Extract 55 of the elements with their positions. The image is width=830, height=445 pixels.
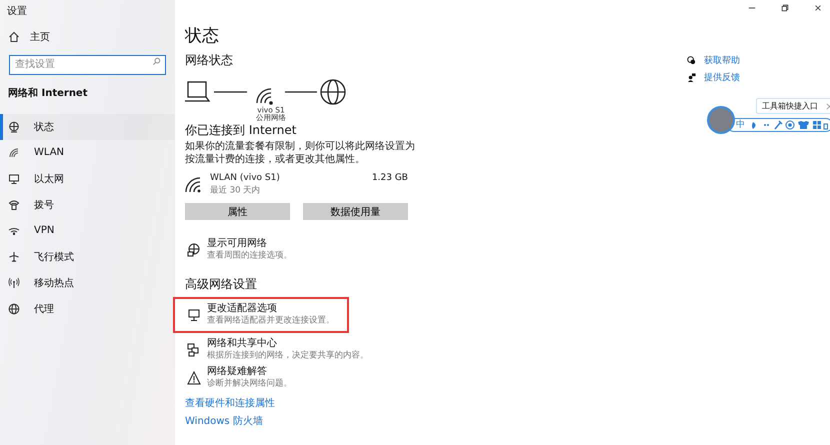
monitor-icon — [8, 172, 20, 184]
nav-item[interactable]: 飞行模式 — [0, 244, 175, 270]
usage-period: 最近 30 天内 — [210, 184, 262, 196]
advanced-settings-heading: 高级网络设置 — [185, 276, 257, 293]
warning-icon — [187, 371, 201, 385]
option-title[interactable]: 网络疑难解答 — [207, 366, 307, 378]
section-heading: 网络和 Internet — [7, 86, 88, 100]
ime-mode-label[interactable]: 中 — [736, 120, 745, 130]
action-button[interactable]: 属性 — [185, 203, 290, 220]
connection-name: WLAN (vivo S1) — [210, 173, 281, 183]
option-title[interactable]: 更改适配器选项 — [207, 303, 357, 315]
settings-link[interactable]: 查看硬件和连接属性 — [185, 396, 275, 410]
chat-help-icon — [687, 56, 696, 65]
feedback-icon — [687, 73, 696, 82]
page-title: 状态 — [185, 25, 219, 47]
nav-item[interactable]: 移动热点 — [0, 270, 175, 296]
home-link[interactable]: 主页 — [0, 22, 175, 52]
option-description: 查看网络适配器并更改连接设置。 — [207, 316, 334, 326]
option-description: 诊断并解决网络问题。 — [207, 378, 292, 390]
settings-link[interactable]: Windows 防火墙 — [185, 414, 263, 428]
wifi-icon — [185, 177, 201, 193]
restore-icon[interactable] — [779, 2, 791, 14]
option-title[interactable]: 网络和共享中心 — [207, 338, 397, 350]
option-description: 查看周围的连接选项。 — [207, 250, 292, 262]
search-field[interactable]: 查找设置 — [9, 54, 166, 74]
monitor-icon — [187, 308, 201, 322]
option-title[interactable]: 显示可用网络 — [207, 238, 307, 250]
wifi-icon — [8, 146, 20, 158]
toolbar-icons-drawing[interactable] — [750, 120, 828, 130]
network-status-heading: 网络状态 — [185, 52, 233, 69]
nav-item[interactable]: VPN — [0, 218, 175, 244]
connection-status-title: 你已连接到 Internet — [185, 122, 296, 139]
avatar-circle[interactable] — [707, 106, 735, 134]
globe-icon — [8, 302, 20, 314]
nav-item[interactable]: WLAN — [0, 140, 175, 166]
sharing-icon — [187, 343, 201, 357]
action-button[interactable]: 数据使用量 — [303, 203, 408, 220]
hotspot-icon — [8, 276, 20, 288]
help-link[interactable]: 提供反馈 — [704, 71, 740, 84]
globe-network-icon — [187, 243, 201, 257]
help-link[interactable]: 获取帮助 — [704, 54, 740, 67]
nav-item[interactable]: 以太网 — [0, 166, 175, 192]
search-icon — [152, 57, 161, 66]
airplane-icon — [8, 250, 20, 262]
window-title: 设置 — [6, 4, 28, 19]
nav-item[interactable]: 状态 — [0, 114, 175, 140]
home-icon — [8, 31, 20, 43]
option-description: 根据所连接到的网络，决定要共享的内容。 — [207, 350, 368, 362]
phone-icon — [8, 198, 20, 210]
tooltip-text: 工具箱快捷入口 — [762, 101, 818, 112]
data-usage: 1.23 GB — [372, 173, 408, 183]
nav-item[interactable]: 代理 — [0, 296, 175, 322]
connection-description: 如果你的流量套餐有限制，则你可以将此网络设置为按流量计费的连接，或者更改其他属性。 — [185, 140, 416, 166]
nav-item[interactable]: 拨号 — [0, 192, 175, 218]
globe-status-icon — [8, 120, 20, 132]
